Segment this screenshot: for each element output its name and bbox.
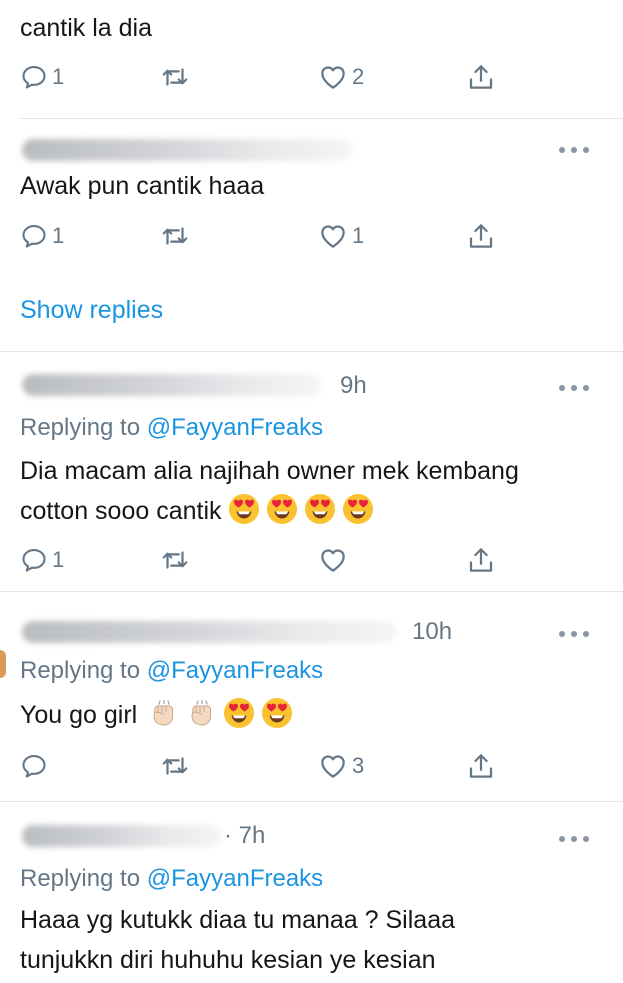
blurred-username (22, 139, 352, 161)
heart-eyes-emoji (223, 697, 255, 729)
heart-eyes-emoji (228, 493, 260, 525)
share-button[interactable] (466, 57, 496, 97)
divider (20, 118, 623, 119)
tweet-text-line: Dia macam alia najihah owner mek kembang (20, 457, 519, 485)
more-options-icon (559, 385, 565, 391)
replying-to: Replying to @FayyanFreaks (20, 414, 323, 442)
like-button[interactable]: 2 (318, 57, 364, 97)
blurred-username (22, 621, 397, 643)
more-dot (571, 147, 577, 153)
retweet-button[interactable] (160, 57, 190, 97)
tweet-text: Awak pun cantik haaa (20, 172, 265, 200)
more-dot (583, 836, 589, 842)
tweet-text-content: You go girl (20, 701, 138, 729)
retweet-button[interactable] (160, 746, 190, 786)
heart-icon (318, 751, 348, 781)
more-dot (583, 631, 589, 637)
like-count: 3 (352, 753, 365, 778)
more-options-icon (559, 836, 565, 842)
more-options-button[interactable] (559, 630, 589, 638)
divider (0, 801, 623, 802)
heart-eyes-emoji (266, 493, 298, 525)
reply-button[interactable]: 1 (20, 216, 64, 256)
retweet-button[interactable] (160, 540, 190, 580)
divider (0, 351, 623, 352)
divider (0, 591, 623, 592)
tweet-text-line: tunjukkn diri huhuhu kesian ye kesian (20, 946, 436, 974)
more-options-button[interactable] (559, 146, 589, 154)
share-button[interactable] (466, 216, 496, 256)
reply-count: 1 (52, 64, 65, 89)
tweet-actions: 1 2 (0, 57, 623, 97)
heart-eyes-emoji (304, 493, 336, 525)
retweet-icon (160, 545, 190, 575)
retweet-icon (160, 62, 190, 92)
mention-link[interactable]: @FayyanFreaks (147, 865, 323, 892)
replying-prefix: Replying to (20, 657, 147, 684)
like-count: 2 (352, 64, 365, 89)
replying-to: Replying to @FayyanFreaks (20, 865, 323, 893)
tweet-time: 10h (412, 618, 453, 645)
share-icon (466, 545, 496, 575)
more-options-icon (559, 631, 565, 637)
reply-count: 1 (52, 547, 65, 572)
more-dot (583, 147, 589, 153)
blurred-username (22, 374, 322, 396)
heart-eyes-emoji (261, 697, 293, 729)
reply-icon (20, 752, 48, 780)
mention-link[interactable]: @FayyanFreaks (147, 414, 323, 441)
retweet-icon (160, 751, 190, 781)
tweet-time: · 7h (224, 822, 266, 849)
share-icon (466, 221, 496, 251)
share-icon (466, 62, 496, 92)
mention-link[interactable]: @FayyanFreaks (147, 657, 323, 684)
tweet-text-line: You go girl (20, 697, 293, 733)
reply-icon (20, 546, 48, 574)
tweet-text-line: cotton sooo cantik (20, 493, 374, 529)
reply-button[interactable]: 1 (20, 540, 64, 580)
show-replies-link[interactable]: Show replies (20, 296, 163, 325)
share-button[interactable] (466, 540, 496, 580)
more-options-button[interactable] (559, 835, 589, 843)
tweet-actions: 1 (0, 540, 623, 580)
heart-icon (318, 221, 348, 251)
like-button[interactable]: 1 (318, 216, 364, 256)
share-button[interactable] (466, 746, 496, 786)
more-options-button[interactable] (559, 384, 589, 392)
retweet-button[interactable] (160, 216, 190, 256)
tweet-actions: 3 (0, 746, 623, 786)
more-dot (583, 385, 589, 391)
heart-icon (318, 545, 348, 575)
retweet-icon (160, 221, 190, 251)
reply-icon (20, 63, 48, 91)
heart-eyes-emoji (342, 493, 374, 525)
reply-count: 1 (52, 223, 65, 248)
tweet-actions: 1 1 (0, 216, 623, 256)
reply-button[interactable] (20, 746, 52, 786)
more-options-icon (559, 147, 565, 153)
reply-button[interactable]: 1 (20, 57, 64, 97)
replying-to: Replying to @FayyanFreaks (20, 657, 323, 685)
share-icon (466, 751, 496, 781)
raised-fist-emoji (185, 697, 217, 729)
heart-icon (318, 62, 348, 92)
tweet-text: cantik la dia (20, 14, 153, 42)
replying-prefix: Replying to (20, 865, 147, 892)
like-button[interactable]: 3 (318, 746, 364, 786)
replying-prefix: Replying to (20, 414, 147, 441)
blurred-username (22, 825, 222, 847)
tweet-text-content: cotton sooo cantik (20, 497, 222, 525)
reply-icon (20, 222, 48, 250)
tweet-time: 9h (340, 372, 367, 399)
raised-fist-emoji (147, 697, 179, 729)
like-button[interactable] (318, 540, 352, 580)
like-count: 1 (352, 223, 365, 248)
more-dot (571, 385, 577, 391)
tweet-text-line: Haaa yg kutukk diaa tu manaa ? Silaaa (20, 906, 455, 934)
more-dot (571, 836, 577, 842)
more-dot (571, 631, 577, 637)
avatar[interactable] (0, 650, 6, 678)
